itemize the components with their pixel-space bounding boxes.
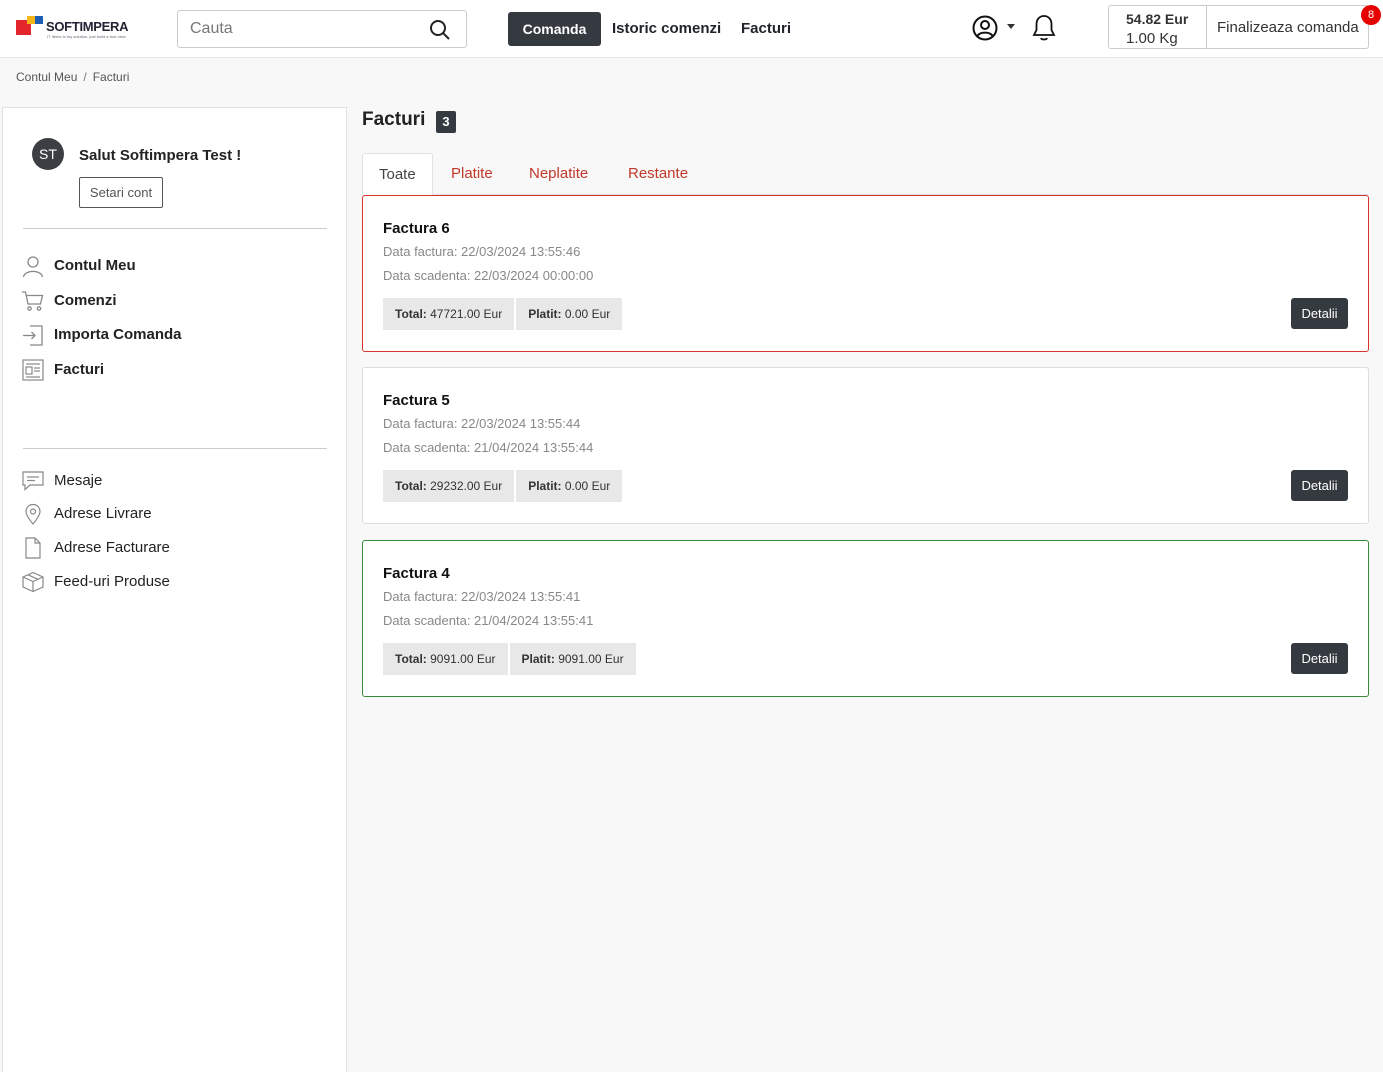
tab-neplatite[interactable]: Neplatite — [513, 153, 604, 195]
invoice-paid-chip: Platit: 0.00 Eur — [516, 298, 623, 330]
user-icon — [22, 256, 44, 278]
invoice-title: Factura 6 — [383, 220, 450, 237]
sidebar-item-importa-comanda[interactable]: Importa Comanda — [21, 323, 321, 349]
sidebar-item-label: Mesaje — [54, 472, 103, 489]
invoice-due-date: Data scadenta: 22/03/2024 00:00:00 — [383, 268, 594, 283]
sidebar-item-mesaje[interactable]: Mesaje — [21, 469, 321, 495]
account-settings-button[interactable]: Setari cont — [79, 177, 163, 208]
invoice-count-badge: 3 — [436, 111, 456, 133]
invoice-card: Factura 5 Data factura: 22/03/2024 13:55… — [362, 367, 1369, 524]
sidebar-item-comenzi[interactable]: Comenzi — [21, 289, 321, 315]
message-icon — [22, 471, 44, 491]
invoice-amounts: Total: 47721.00 Eur Platit: 0.00 Eur — [383, 298, 624, 330]
invoice-details-button[interactable]: Detalii — [1291, 298, 1348, 329]
cart-count-badge: 8 — [1361, 5, 1381, 25]
paid-value: 0.00 Eur — [564, 307, 611, 321]
total-label: Total: — [395, 652, 427, 666]
invoice-amounts: Total: 9091.00 Eur Platit: 9091.00 Eur — [383, 643, 638, 675]
invoice-details-button[interactable]: Detalii — [1291, 470, 1348, 501]
invoice-total-chip: Total: 9091.00 Eur — [383, 643, 508, 675]
sidebar-item-label: Adrese Livrare — [54, 505, 152, 522]
softimpera-logo[interactable]: SOFTIMPERA IT Items to my solution, just… — [16, 14, 138, 42]
bell-icon[interactable] — [1031, 13, 1057, 43]
invoice-date: Data factura: 22/03/2024 13:55:46 — [383, 244, 581, 259]
cart-weight-value: 1.00 Kg — [1126, 30, 1178, 47]
sidebar-item-label: Feed-uri Produse — [54, 573, 170, 590]
finalize-order-button[interactable]: Finalizeaza comanda — [1217, 19, 1359, 36]
avatar: ST — [32, 138, 64, 170]
invoice-title: Factura 4 — [383, 565, 450, 582]
invoice-amounts: Total: 29232.00 Eur Platit: 0.00 Eur — [383, 470, 624, 502]
logo-tagline: IT Items to my solution, just build a tr… — [47, 34, 126, 39]
sidebar-item-label: Adrese Facturare — [54, 539, 170, 556]
invoice-total-chip: Total: 29232.00 Eur — [383, 470, 515, 502]
sidebar-item-facturi[interactable]: Facturi — [21, 358, 321, 384]
tab-toate[interactable]: Toate — [362, 153, 433, 196]
sidebar-divider — [23, 448, 327, 449]
sidebar-item-contul-meu[interactable]: Contul Meu — [21, 254, 321, 280]
sidebar-item-adrese-facturare[interactable]: Adrese Facturare — [21, 536, 321, 562]
breadcrumb-current: Facturi — [92, 70, 130, 84]
user-account-icon[interactable] — [971, 14, 999, 42]
account-dropdown-caret-icon[interactable] — [1007, 24, 1015, 29]
greeting-text: Salut Softimpera Test ! — [79, 147, 242, 164]
import-icon — [23, 325, 43, 346]
nav-facturi-link[interactable]: Facturi — [741, 12, 791, 46]
box-icon — [22, 571, 44, 593]
sidebar-item-feed-uri-produse[interactable]: Feed-uri Produse — [21, 570, 321, 596]
paid-value: 9091.00 Eur — [558, 652, 624, 666]
cart-total-value: 54.82 Eur — [1126, 11, 1189, 27]
breadcrumb-contul-meu-link[interactable]: Contul Meu — [16, 70, 77, 84]
search-input[interactable] — [178, 11, 418, 47]
logo-mark-blue — [35, 16, 43, 24]
sidebar-item-label: Importa Comanda — [54, 326, 182, 343]
search-box — [177, 10, 467, 48]
invoice-due-date: Data scadenta: 21/04/2024 13:55:41 — [383, 613, 594, 628]
invoice-details-button[interactable]: Detalii — [1291, 643, 1348, 674]
search-icon[interactable] — [428, 18, 452, 42]
cart-icon — [22, 291, 44, 311]
sidebar-item-adrese-livrare[interactable]: Adrese Livrare — [21, 502, 321, 528]
paid-label: Platit: — [528, 479, 562, 493]
invoice-card: Factura 6 Data factura: 22/03/2024 13:55… — [362, 195, 1369, 352]
invoice-paid-chip: Platit: 9091.00 Eur — [509, 643, 636, 675]
invoice-icon — [22, 359, 44, 381]
nav-istoric-comenzi-link[interactable]: Istoric comenzi — [612, 12, 721, 46]
sidebar-item-label: Contul Meu — [54, 257, 136, 274]
total-label: Total: — [395, 479, 427, 493]
invoice-date: Data factura: 22/03/2024 13:55:44 — [383, 416, 581, 431]
sidebar-divider — [23, 228, 327, 229]
invoice-due-date: Data scadenta: 21/04/2024 13:55:44 — [383, 440, 594, 455]
sidebar-item-label: Facturi — [54, 361, 105, 378]
breadcrumb-separator: / — [83, 70, 87, 84]
total-value: 9091.00 Eur — [430, 652, 496, 666]
document-icon — [25, 537, 41, 559]
cart-summary[interactable]: 54.82 Eur 1.00 Kg Finalizeaza comanda — [1108, 5, 1369, 49]
tab-restante[interactable]: Restante — [612, 153, 704, 195]
breadcrumb: Contul Meu / Facturi — [16, 70, 129, 84]
invoice-total-chip: Total: 47721.00 Eur — [383, 298, 515, 330]
location-pin-icon — [25, 503, 41, 525]
paid-label: Platit: — [528, 307, 562, 321]
total-value: 47721.00 Eur — [430, 307, 503, 321]
cart-totals[interactable]: 54.82 Eur 1.00 Kg — [1109, 6, 1207, 48]
logo-name: SOFTIMPERA — [46, 19, 129, 34]
page-title: Facturi — [362, 109, 426, 130]
invoice-date: Data factura: 22/03/2024 13:55:41 — [383, 589, 581, 604]
logo-mark-yellow — [27, 16, 35, 24]
paid-label: Platit: — [521, 652, 555, 666]
total-label: Total: — [395, 307, 427, 321]
total-value: 29232.00 Eur — [430, 479, 503, 493]
invoice-card: Factura 4 Data factura: 22/03/2024 13:55… — [362, 540, 1369, 697]
account-sidebar: ST Salut Softimpera Test ! Setari cont C… — [2, 107, 347, 1072]
sidebar-item-label: Comenzi — [54, 292, 117, 309]
invoice-title: Factura 5 — [383, 392, 450, 409]
top-header: SOFTIMPERA IT Items to my solution, just… — [0, 0, 1383, 58]
invoice-filter-tabs: Toate Platite Neplatite Restante — [362, 153, 1369, 196]
invoice-paid-chip: Platit: 0.00 Eur — [516, 470, 623, 502]
tab-platite[interactable]: Platite — [435, 153, 509, 195]
nav-comanda-button[interactable]: Comanda — [508, 12, 601, 46]
paid-value: 0.00 Eur — [564, 479, 611, 493]
